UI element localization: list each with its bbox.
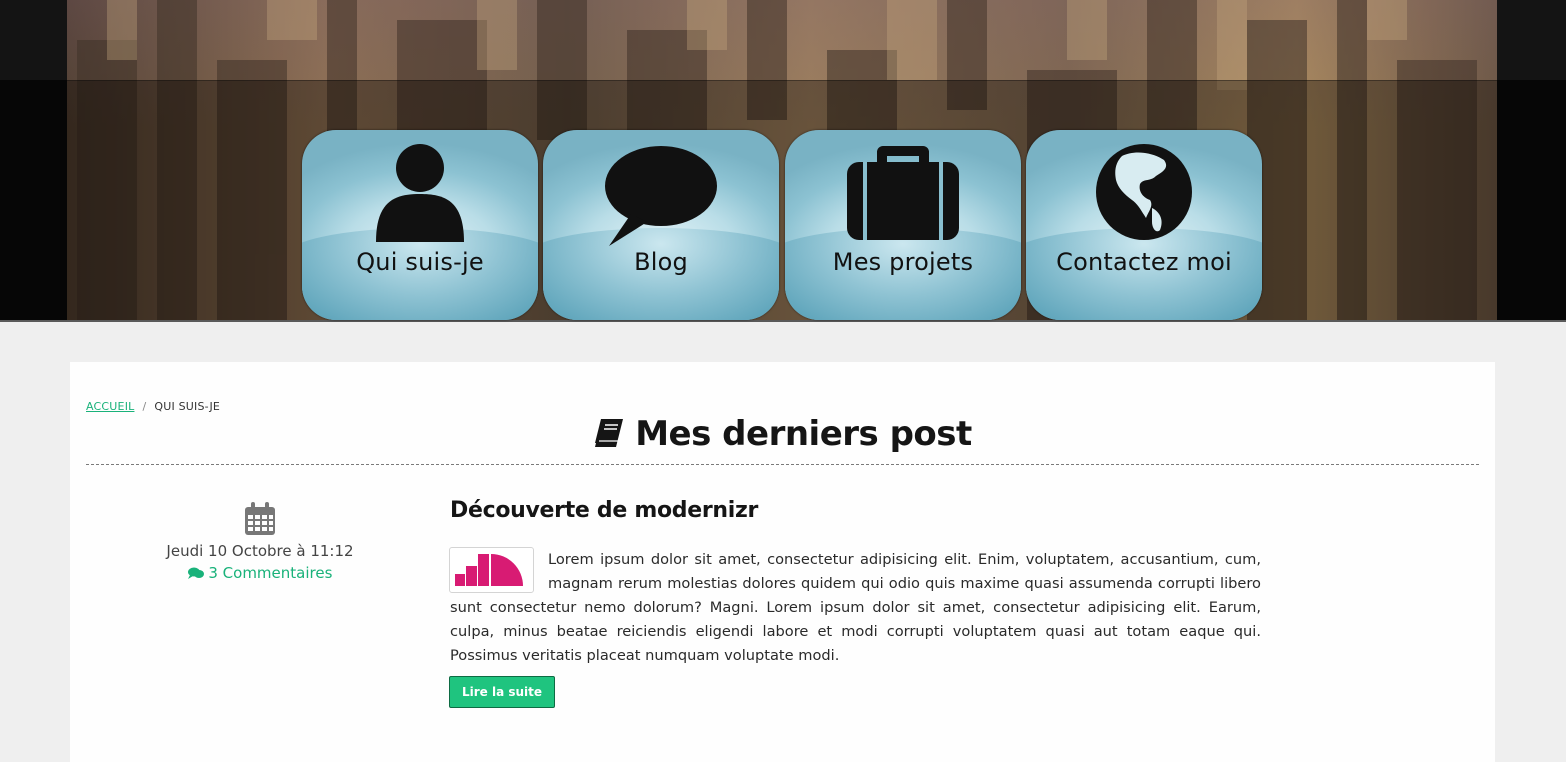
nav-tile-label: Mes projets bbox=[832, 248, 974, 276]
banner-left-edge bbox=[0, 0, 67, 320]
thumbnail-spacer bbox=[450, 548, 548, 594]
post-meta: Jeudi 10 Octobre à 11:12 3 Commentaires bbox=[110, 502, 410, 582]
banner-top-strip bbox=[67, 0, 1497, 81]
calendar-icon bbox=[245, 502, 275, 535]
nav-tile-qui-suis-je[interactable]: Qui suis-je bbox=[302, 130, 538, 320]
breadcrumb-current: QUI SUIS-JE bbox=[154, 400, 221, 413]
post-date: Jeudi 10 Octobre à 11:12 bbox=[166, 542, 354, 560]
header-banner: Qui suis-je Blog Mes projets Contactez m… bbox=[0, 0, 1566, 322]
globe-icon bbox=[1026, 142, 1262, 242]
nav-tile-mes-projets[interactable]: Mes projets bbox=[785, 130, 1021, 320]
nav-tile-contactez-moi[interactable]: Contactez moi bbox=[1026, 130, 1262, 320]
breadcrumb-home-link[interactable]: ACCUEIL bbox=[86, 400, 134, 413]
banner-overlay bbox=[67, 80, 1497, 320]
post-excerpt-text: Lorem ipsum dolor sit amet, consectetur … bbox=[450, 551, 1261, 664]
briefcase-icon bbox=[785, 142, 1021, 242]
nav-tile-label: Blog bbox=[634, 248, 688, 276]
page-title-text: Mes derniers post bbox=[635, 414, 972, 454]
content-panel: ACCUEIL / QUI SUIS-JE Mes derniers post Je… bbox=[70, 362, 1495, 762]
comments-icon bbox=[187, 567, 204, 579]
page-title: Mes derniers post bbox=[70, 414, 1495, 454]
read-more-button[interactable]: Lire la suite bbox=[449, 676, 555, 708]
breadcrumb: ACCUEIL / QUI SUIS-JE bbox=[86, 400, 220, 413]
post-comments-count: 3 Commentaires bbox=[208, 564, 333, 582]
post-excerpt: Lorem ipsum dolor sit amet, consectetur … bbox=[450, 548, 1261, 668]
user-icon bbox=[302, 142, 538, 242]
title-divider bbox=[86, 464, 1479, 465]
nav-tile-blog[interactable]: Blog bbox=[543, 130, 779, 320]
book-icon bbox=[595, 419, 624, 447]
post-title[interactable]: Découverte de modernizr bbox=[450, 498, 758, 523]
post-comments-link[interactable]: 3 Commentaires bbox=[110, 564, 410, 582]
nav-tile-label: Qui suis-je bbox=[356, 248, 484, 276]
banner-right-edge bbox=[1497, 0, 1566, 320]
speech-bubble-icon bbox=[543, 142, 779, 246]
breadcrumb-separator: / bbox=[142, 400, 147, 413]
nav-tile-label: Contactez moi bbox=[1056, 248, 1232, 276]
